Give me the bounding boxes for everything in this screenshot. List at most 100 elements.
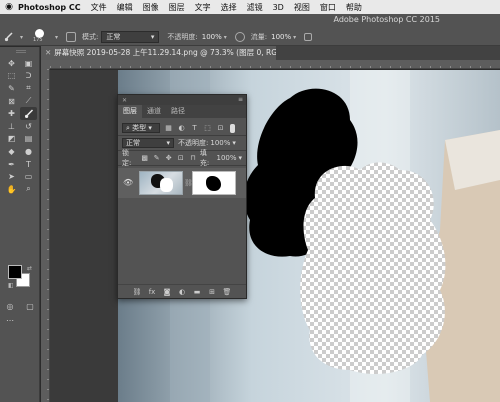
lock-artboard-icon[interactable]: ⊡	[177, 154, 185, 163]
adjustment-layer-icon[interactable]: ◐	[177, 288, 187, 296]
opacity-value[interactable]: 100%	[202, 33, 222, 41]
tools-panel: ✥ ▣ ⬚ ᑐ ✎ ⌗ ⊠ ⟋ ✚ ⊥ ↺ ◩ ▤ ◆ ● ✒ T ➤ ▭ ✋ …	[0, 47, 40, 402]
mode-select[interactable]: 正常 ▾	[101, 31, 160, 43]
lock-pixels-icon[interactable]: ✎	[153, 154, 161, 163]
pixel-filter-icon[interactable]: ▦	[164, 124, 173, 133]
marquee-icon[interactable]: ⬚	[3, 70, 20, 83]
move-icon[interactable]: ✥	[3, 57, 20, 70]
shape-icon[interactable]: ▭	[20, 170, 37, 183]
tab-layers[interactable]: 图层	[118, 105, 142, 118]
menu-type[interactable]: 文字	[195, 2, 211, 13]
new-group-icon[interactable]: ▬	[192, 288, 202, 296]
apple-icon[interactable]: ◉	[0, 2, 18, 12]
panel-grip-icon[interactable]	[16, 50, 26, 53]
lock-transparent-icon[interactable]: ▩	[141, 154, 149, 163]
crop-icon[interactable]: ⌗	[20, 82, 37, 95]
ruler-origin[interactable]	[41, 60, 50, 69]
pen-icon[interactable]: ✒	[3, 158, 20, 171]
quick-select-icon[interactable]: ✎	[3, 82, 20, 95]
path-select-icon[interactable]: ➤	[3, 170, 20, 183]
close-icon[interactable]: ✕	[45, 48, 51, 57]
menu-filter[interactable]: 滤镜	[247, 2, 263, 13]
app-menu[interactable]: Photoshop CC	[18, 3, 81, 12]
history-brush-icon[interactable]: ↺	[20, 120, 37, 133]
menu-file[interactable]: 文件	[91, 2, 107, 13]
shape-filter-icon[interactable]: ⬚	[203, 124, 212, 133]
lock-all-icon[interactable]: ⊓	[189, 154, 197, 163]
layer-thumbnail[interactable]	[139, 171, 183, 195]
dodge-icon[interactable]: ●	[20, 145, 37, 158]
menu-bar: ◉ Photoshop CC 文件 编辑 图像 图层 文字 选择 滤镜 3D 视…	[0, 0, 500, 14]
adjustment-filter-icon[interactable]: ◐	[177, 124, 186, 133]
menu-help[interactable]: 帮助	[346, 2, 362, 13]
panel-menu-icon[interactable]: ≡	[238, 96, 243, 103]
trash-icon[interactable]: 🗑	[222, 288, 232, 296]
thumbnail-hole	[160, 178, 173, 192]
pressure-opacity-icon[interactable]	[234, 32, 245, 42]
lock-position-icon[interactable]: ✥	[165, 154, 173, 163]
gradient-icon[interactable]: ▤	[20, 133, 37, 146]
panel-header[interactable]	[118, 95, 246, 105]
quick-mask-icon[interactable]: ◎	[0, 299, 20, 313]
menu-window[interactable]: 窗口	[320, 2, 336, 13]
artboard-icon[interactable]: ▣	[20, 57, 37, 70]
swap-colors-icon[interactable]: ⇄	[27, 265, 32, 272]
tab-paths[interactable]: 路径	[166, 105, 190, 118]
edit-toolbar-icon[interactable]: ⋯	[0, 313, 20, 327]
type-filter-icon[interactable]: T	[190, 124, 199, 133]
new-layer-icon[interactable]: ⊞	[207, 288, 217, 296]
zoom-icon[interactable]: ⌕	[20, 183, 37, 196]
menu-layer[interactable]: 图层	[169, 2, 185, 13]
menu-image[interactable]: 图像	[143, 2, 159, 13]
smart-object-filter-icon[interactable]: ⊡	[216, 124, 225, 133]
chevron-down-icon[interactable]: ▾	[232, 139, 236, 147]
hand-icon[interactable]: ✋	[3, 183, 20, 196]
filter-toggle[interactable]	[230, 123, 235, 133]
type-icon[interactable]: T	[20, 158, 37, 171]
airbrush-icon[interactable]	[304, 33, 313, 41]
lasso-icon[interactable]: ᑐ	[20, 70, 37, 83]
default-colors-icon[interactable]: ◧	[8, 282, 14, 289]
brush-size-picker[interactable]: 175	[31, 29, 53, 45]
kind-filter-select[interactable]: ⌕ 类型 ▾	[122, 123, 160, 133]
close-icon[interactable]: ✕	[122, 97, 127, 104]
blend-mode-select[interactable]: 正常 ▾	[122, 138, 174, 148]
layer-mask-thumbnail[interactable]	[192, 171, 236, 195]
menu-edit[interactable]: 编辑	[117, 2, 133, 13]
layer-opacity-value[interactable]: 100%	[210, 139, 230, 147]
document-tab-bar: ✕ 屏幕快照 2019-05-28 上午11.29.14.png @ 73.3% …	[41, 46, 500, 60]
horizontal-ruler[interactable]	[50, 60, 500, 69]
eye-icon[interactable]: 👁	[123, 178, 133, 187]
chevron-down-icon[interactable]: ▾	[55, 34, 58, 41]
menu-view[interactable]: 视图	[294, 2, 310, 13]
foreground-color-swatch[interactable]	[8, 265, 22, 279]
chevron-down-icon[interactable]: ▾	[20, 34, 23, 41]
eyedropper-icon[interactable]: ⟋	[20, 95, 37, 108]
erased-transparent-area	[300, 162, 446, 375]
screen-mode-icon[interactable]: ▢	[20, 299, 40, 313]
fill-value[interactable]: 100%	[216, 154, 236, 162]
brush-icon[interactable]	[20, 107, 37, 120]
flow-value[interactable]: 100%	[271, 33, 291, 41]
blend-mode-value: 正常	[126, 139, 140, 147]
layer-row[interactable]: 👁 ⛓	[118, 168, 246, 198]
blur-icon[interactable]: ◆	[3, 145, 20, 158]
document-tab[interactable]: ✕ 屏幕快照 2019-05-28 上午11.29.14.png @ 73.3% …	[41, 46, 276, 60]
link-layers-icon[interactable]: ⛓	[132, 288, 142, 296]
eraser-icon[interactable]: ◩	[3, 133, 20, 146]
fx-icon[interactable]: fx	[147, 288, 157, 296]
healing-icon[interactable]: ✚	[3, 107, 20, 120]
slice-icon[interactable]: ⊠	[3, 95, 20, 108]
chevron-down-icon[interactable]: ▾	[239, 154, 243, 162]
brush-tool-preset-icon[interactable]	[0, 30, 18, 44]
brush-panel-icon[interactable]	[66, 32, 77, 42]
chevron-down-icon[interactable]: ▾	[224, 34, 227, 41]
chevron-down-icon[interactable]: ▾	[293, 34, 296, 41]
menu-select[interactable]: 选择	[221, 2, 237, 13]
menu-3d[interactable]: 3D	[273, 3, 284, 12]
clone-stamp-icon[interactable]: ⊥	[3, 120, 20, 133]
layers-panel-footer: ⛓ fx ◙ ◐ ▬ ⊞ 🗑	[118, 284, 246, 298]
add-mask-icon[interactable]: ◙	[162, 288, 172, 296]
vertical-ruler[interactable]	[41, 69, 50, 402]
tab-channels[interactable]: 通道	[142, 105, 166, 118]
